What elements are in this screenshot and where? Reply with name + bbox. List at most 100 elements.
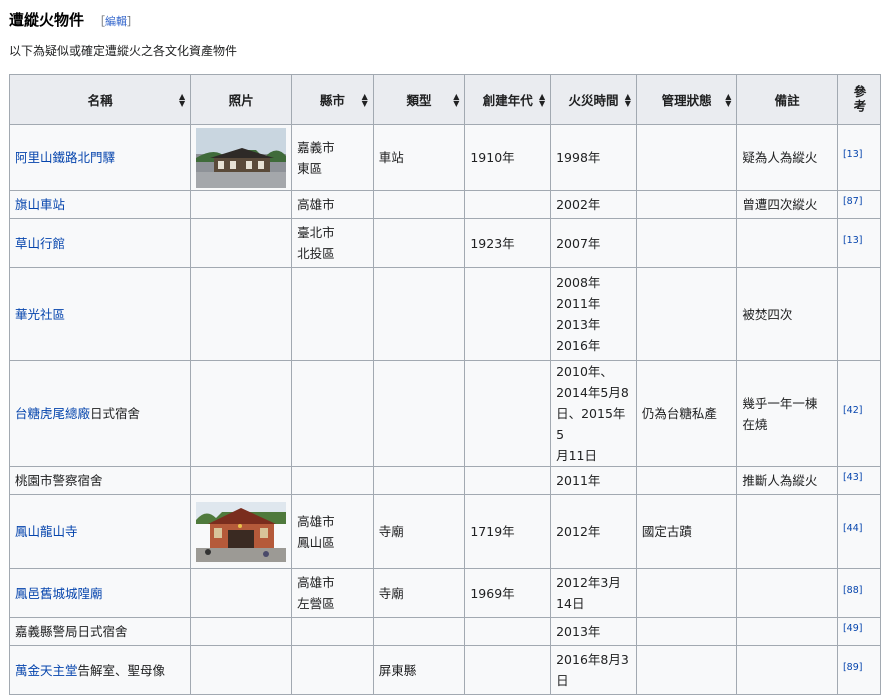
col-header-ref: 參考: [836, 74, 881, 125]
cell-status: [635, 267, 738, 361]
cell-type: 寺廟: [372, 568, 466, 618]
cell-status: [635, 466, 738, 495]
sort-icon[interactable]: ▲ ▼: [539, 92, 545, 107]
cell-note: [736, 568, 838, 618]
row-title-link[interactable]: 旗山車站: [15, 197, 65, 212]
cell-ref: [49]: [836, 617, 881, 646]
sort-icon[interactable]: ▲ ▼: [725, 92, 731, 107]
cell-name: 桃園市警察宿舍: [8, 466, 192, 495]
reference-link[interactable]: [89]: [843, 662, 863, 673]
table-row: 阿里山鐵路北門驛 嘉義市 東區 車站 1910年 1998年 疑為人為縱火 [13]: [8, 124, 881, 191]
reference-link[interactable]: [43]: [843, 472, 863, 483]
fire-line: 日、2015年5: [556, 406, 626, 442]
note-line: 在燒: [742, 416, 768, 432]
type-text: 車站: [378, 150, 404, 165]
cell-year: 1719年: [464, 494, 552, 569]
edit-link[interactable]: 編輯: [105, 15, 127, 28]
cell-city: 高雄市: [291, 190, 374, 219]
cell-name: 台糖虎尾總廠日式宿舍: [8, 360, 192, 467]
cell-status: [635, 190, 738, 219]
note-line: 曾遭四次縱火: [742, 197, 818, 212]
temple-photo[interactable]: [196, 501, 287, 562]
note-line: 疑為人為縱火: [742, 150, 818, 165]
cell-city: 臺北市 北投區: [291, 218, 374, 268]
cell-type: [372, 360, 466, 467]
year-text: 1910年: [470, 150, 515, 165]
row-title-link[interactable]: 萬金天主堂: [15, 663, 78, 678]
cell-ref: [13]: [836, 124, 881, 191]
cell-name: 萬金天主堂告解室、聖母像: [8, 645, 192, 695]
col-header-year[interactable]: 創建年代 ▲ ▼: [464, 74, 552, 125]
type-text: 寺廟: [378, 524, 404, 539]
cell-note: [736, 494, 838, 569]
edit-bracket-close: ］: [127, 15, 139, 28]
sort-icon[interactable]: ▲ ▼: [179, 92, 185, 107]
cell-photo: [190, 267, 293, 361]
reference-link[interactable]: [87]: [843, 196, 863, 207]
cell-status: 國定古蹟: [635, 494, 738, 569]
table-row: 華光社區 2008年 2011年 2013年 2016年 被焚四次: [8, 267, 881, 361]
city-line: 高雄市: [297, 197, 335, 212]
cell-note: 曾遭四次縱火: [736, 190, 838, 219]
cell-type: [372, 190, 466, 219]
cell-ref: [87]: [836, 190, 881, 219]
row-title-link[interactable]: 鳳山龍山寺: [15, 524, 78, 539]
col-header-city[interactable]: 縣市 ▲ ▼: [291, 74, 374, 125]
cell-note: [736, 218, 838, 268]
reference-link[interactable]: [88]: [843, 585, 863, 596]
col-header-fire[interactable]: 火災時間 ▲ ▼: [550, 74, 637, 125]
col-header-ref-label: 參考: [851, 85, 867, 114]
table-row: 台糖虎尾總廠日式宿舍 2010年、 2014年5月8 日、2015年5 月11日 仍為台糖…: [8, 360, 881, 467]
cell-type: 屏東縣: [372, 645, 466, 695]
cell-note: 被焚四次: [736, 267, 838, 361]
cell-status: 仍為台糖私產: [635, 360, 738, 467]
row-title-link[interactable]: 台糖虎尾總廠: [15, 406, 90, 421]
cell-city: [291, 466, 374, 495]
table-row: 草山行館 臺北市 北投區 1923年 2007年 [13]: [8, 218, 881, 268]
fire-line: 日: [556, 673, 569, 688]
cell-fire: 2013年: [550, 617, 637, 646]
reference-link[interactable]: [42]: [843, 405, 863, 416]
row-title-link[interactable]: 華光社區: [15, 307, 65, 322]
station-photo[interactable]: [196, 127, 287, 188]
fire-line: 2011年: [556, 473, 601, 488]
cell-photo: [190, 190, 293, 219]
cell-photo: [190, 360, 293, 467]
year-text: 1719年: [470, 524, 515, 539]
fire-line: 2011年: [556, 296, 601, 311]
cell-fire: 2010年、 2014年5月8 日、2015年5 月11日: [550, 360, 637, 467]
reference-link[interactable]: [13]: [843, 235, 863, 246]
cell-year: [464, 617, 552, 646]
col-header-type[interactable]: 類型 ▲ ▼: [372, 74, 466, 125]
sort-icon[interactable]: ▲ ▼: [453, 92, 459, 107]
row-title-text: 桃園市警察宿舍: [15, 473, 103, 488]
table-row: 嘉義縣警局日式宿舍 2013年 [49]: [8, 617, 881, 646]
edit-bracket-open: ［: [94, 15, 106, 28]
cell-note: 推斷人為縱火: [736, 466, 838, 495]
section-title: 遭縱火物件: [9, 11, 85, 29]
reference-link[interactable]: [13]: [843, 149, 863, 160]
col-header-status[interactable]: 管理狀態 ▲ ▼: [635, 74, 738, 125]
cell-ref: [89]: [836, 645, 881, 695]
note-line: 幾乎一年一棟: [742, 395, 818, 411]
col-header-name[interactable]: 名稱 ▲ ▼: [8, 74, 192, 125]
cell-photo: [190, 568, 293, 618]
col-header-type-label: 類型: [406, 93, 432, 108]
row-title-link[interactable]: 阿里山鐵路北門驛: [15, 150, 115, 165]
row-title-link[interactable]: 草山行館: [15, 236, 65, 251]
reference-link[interactable]: [49]: [843, 623, 863, 634]
col-header-photo: 照片: [190, 74, 293, 125]
fire-line: 月11日: [556, 448, 598, 463]
cell-type: [372, 617, 466, 646]
cell-type: 寺廟: [372, 494, 466, 569]
sort-icon[interactable]: ▲ ▼: [362, 92, 368, 107]
cell-name: 嘉義縣警局日式宿舍: [8, 617, 192, 646]
cell-status: [635, 124, 738, 191]
cell-photo: [190, 218, 293, 268]
reference-link[interactable]: [44]: [843, 523, 863, 534]
row-title-link[interactable]: 鳳邑舊城城隍廟: [15, 586, 103, 601]
cell-note: 幾乎一年一棟 在燒: [736, 360, 838, 467]
sort-icon[interactable]: ▲ ▼: [625, 92, 631, 107]
table-row: 萬金天主堂告解室、聖母像 屏東縣 2016年8月3 日 [89]: [8, 645, 881, 695]
cell-fire: 1998年: [550, 124, 637, 191]
